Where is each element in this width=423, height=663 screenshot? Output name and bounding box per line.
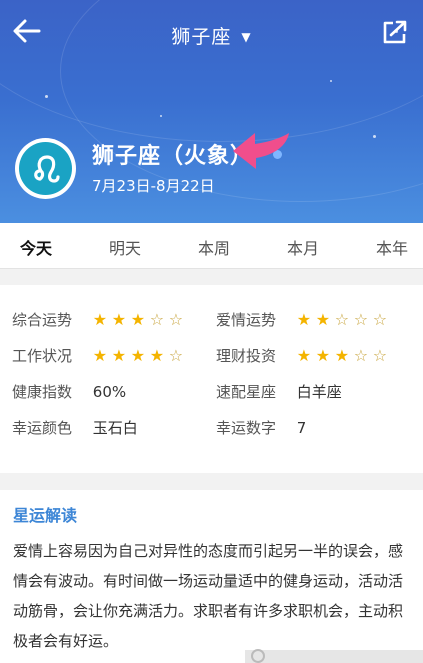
decorative-star [45, 95, 48, 98]
overall-label: 综合运势 [12, 311, 73, 329]
star-filled-icon: ★ [149, 346, 165, 365]
share-button[interactable] [381, 18, 409, 46]
finance-label: 理财投资 [216, 347, 277, 365]
star-filled-icon: ★ [334, 346, 350, 365]
star-empty-icon: ☆ [353, 346, 369, 365]
health-index: 健康指数 60% [12, 381, 126, 402]
leo-sign-avatar [15, 138, 76, 199]
star-empty-icon: ☆ [168, 346, 184, 365]
tab-tomorrow[interactable]: 明天 [109, 235, 141, 259]
reading-text: 爱情上容易因为自己对异性的态度而引起另一半的误会，感情会有波动。有时间做一场运动… [13, 542, 404, 650]
love-fortune: 爱情运势 ★ ★ ☆ ☆ ☆ [216, 309, 392, 330]
love-label: 爱情运势 [216, 311, 277, 329]
star-filled-icon: ★ [315, 310, 331, 329]
work-star-rating: ★ ★ ★ ★ ☆ [93, 347, 188, 365]
leo-symbol-icon [33, 154, 60, 183]
period-tabs: 今天 明天 本周 本月 本年 [0, 223, 423, 269]
work-fortune: 工作状况 ★ ★ ★ ★ ☆ [12, 345, 188, 366]
sign-selector[interactable]: 狮子座 ▼ [0, 22, 423, 49]
fortune-panel: 综合运势 ★ ★ ★ ☆ ☆ 爱情运势 ★ ★ ☆ ☆ ☆ 工作状况 ★ ★ ★ ★ ☆ 理财投资 ★ ★… [0, 285, 423, 473]
color-value: 玉石白 [92, 419, 138, 437]
star-filled-icon: ★ [130, 310, 146, 329]
tab-this-month[interactable]: 本月 [287, 235, 319, 259]
health-label: 健康指数 [12, 383, 73, 401]
love-star-rating: ★ ★ ☆ ☆ ☆ [297, 311, 392, 329]
top-bar: 狮子座 ▼ [0, 0, 423, 70]
star-filled-icon: ★ [296, 310, 312, 329]
match-value: 白羊座 [296, 383, 342, 401]
star-filled-icon: ★ [92, 346, 108, 365]
reading-title: 星运解读 [13, 506, 78, 525]
lucky-color: 幸运颜色 玉石白 [12, 417, 138, 438]
tab-today[interactable]: 今天 [20, 235, 52, 259]
tab-this-week[interactable]: 本周 [198, 235, 230, 259]
star-filled-icon: ★ [315, 346, 331, 365]
star-empty-icon: ☆ [168, 310, 184, 329]
decorative-star [373, 135, 376, 138]
health-value: 60% [92, 383, 127, 401]
tab-this-year[interactable]: 本年 [376, 235, 408, 259]
lucky-number: 幸运数字 7 [216, 417, 306, 438]
share-icon [383, 20, 407, 44]
star-empty-icon: ☆ [353, 310, 369, 329]
star-empty-icon: ☆ [372, 310, 388, 329]
star-filled-icon: ★ [130, 346, 146, 365]
color-label: 幸运颜色 [12, 419, 73, 437]
finance-star-rating: ★ ★ ★ ☆ ☆ [297, 347, 392, 365]
watermark-logo-icon [251, 649, 265, 663]
chevron-down-icon: ▼ [241, 30, 252, 44]
work-label: 工作状况 [12, 347, 73, 365]
number-value: 7 [296, 419, 307, 437]
page-title: 狮子座 [171, 26, 232, 48]
sign-date-range: 7月23日-8月22日 [92, 177, 215, 195]
star-empty-icon: ☆ [334, 310, 350, 329]
number-label: 幸运数字 [216, 419, 277, 437]
overall-fortune: 综合运势 ★ ★ ★ ☆ ☆ [12, 309, 188, 330]
star-filled-icon: ★ [111, 346, 127, 365]
star-filled-icon: ★ [296, 346, 312, 365]
finance-fortune: 理财投资 ★ ★ ★ ☆ ☆ [216, 345, 392, 366]
decorative-star [330, 80, 332, 82]
decorative-star [160, 115, 162, 117]
star-empty-icon: ☆ [149, 310, 165, 329]
pointer-arrow-icon [233, 133, 289, 169]
match-label: 速配星座 [216, 383, 277, 401]
star-filled-icon: ★ [111, 310, 127, 329]
match-sign: 速配星座 白羊座 [216, 381, 342, 402]
header-banner: 狮子座 ▼ 狮子座（火象） 7月23日-8月22日 [0, 0, 423, 223]
star-empty-icon: ☆ [372, 346, 388, 365]
star-filled-icon: ★ [92, 310, 108, 329]
watermark [245, 650, 423, 663]
fortune-reading: 星运解读 爱情上容易因为自己对异性的态度而引起另一半的误会，感情会有波动。有时间… [0, 490, 423, 663]
overall-star-rating: ★ ★ ★ ☆ ☆ [93, 311, 188, 329]
